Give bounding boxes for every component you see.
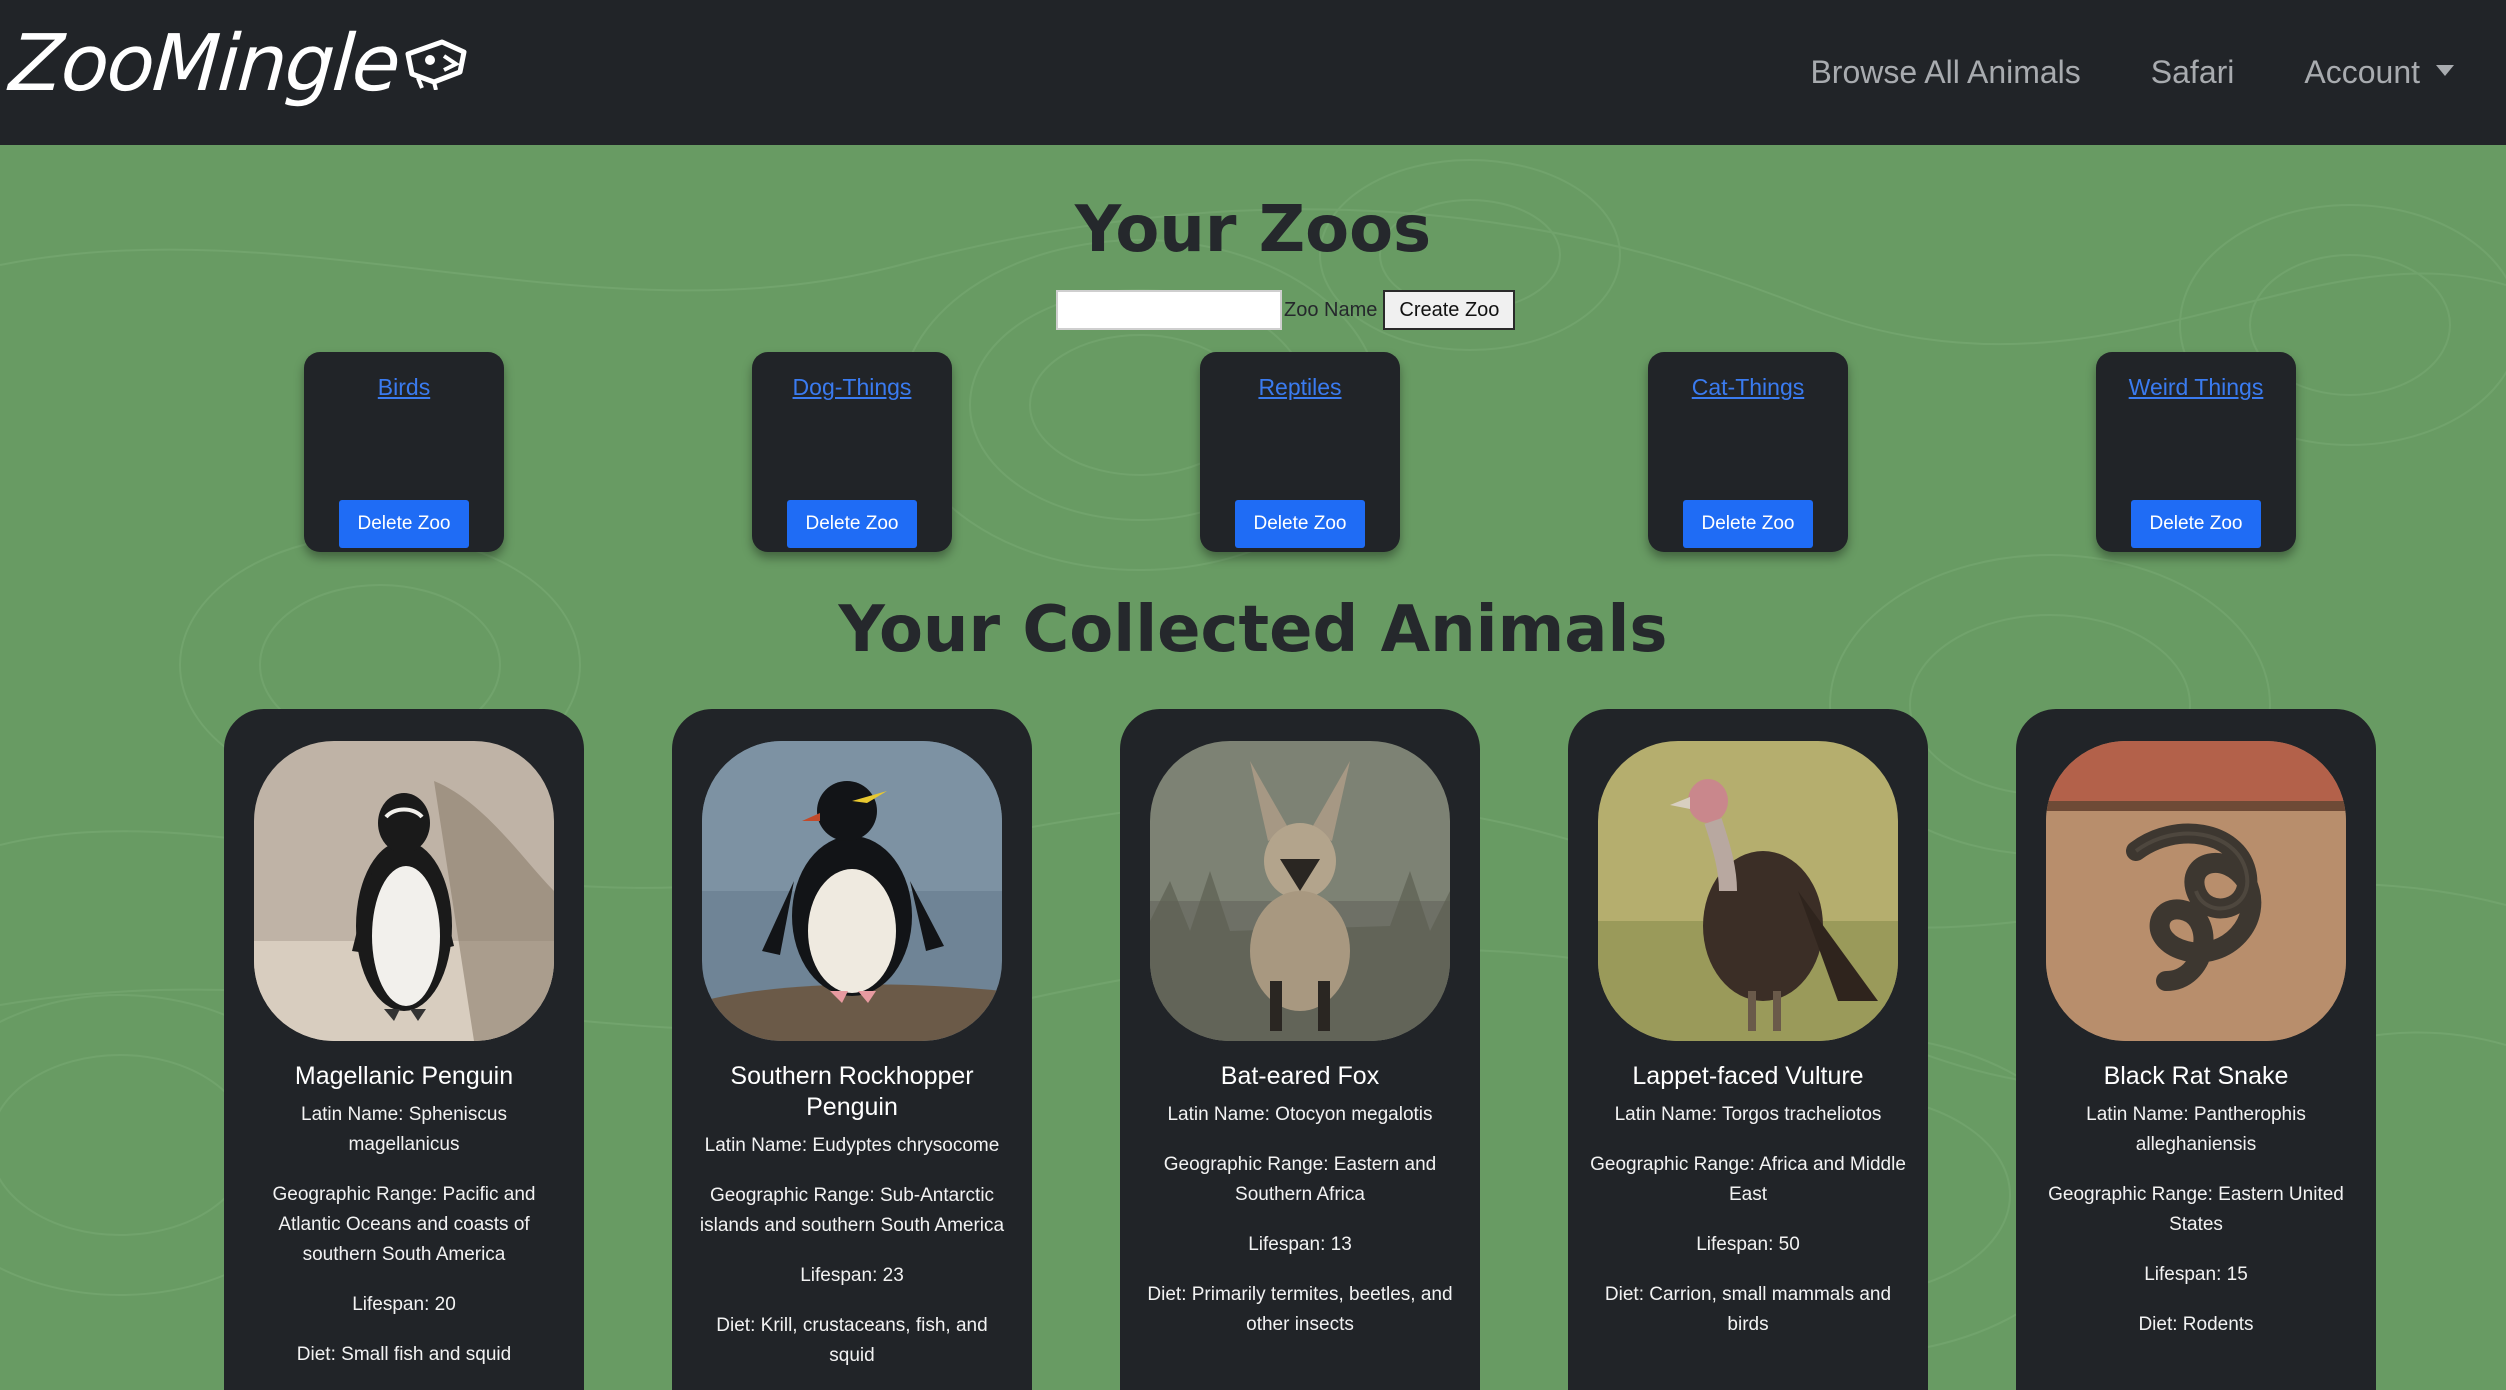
animal-latin-name: Latin Name: Torgos tracheliotos (1614, 1104, 1882, 1125)
animal-latin-name: Latin Name: Otocyon megalotis (1167, 1104, 1433, 1125)
zoo-card: Cat-Things Delete Zoo (1648, 352, 1848, 552)
animal-lifespan: Lifespan: 15 (2144, 1264, 2248, 1285)
zoo-name-input[interactable] (1056, 290, 1282, 330)
create-zoo-button[interactable]: Create Zoo (1383, 290, 1516, 330)
animal-info: Southern Rockhopper Penguin Latin Name: … (692, 1061, 1012, 1390)
main-content: Your Zoos Zoo Name Create Zoo Birds Dele… (0, 145, 2506, 1390)
zoo-link-weird-things[interactable]: Weird Things (2096, 374, 2296, 401)
zoo-link-cat-things[interactable]: Cat-Things (1648, 374, 1848, 401)
zoo-link-reptiles[interactable]: Reptiles (1200, 374, 1400, 401)
animal-lifespan: Lifespan: 13 (1248, 1234, 1352, 1255)
animal-geographic-range: Geographic Range: Africa and Middle East (1590, 1154, 1906, 1205)
delete-zoo-button[interactable]: Delete Zoo (1683, 500, 1813, 548)
animal-card[interactable]: Bat-eared Fox Latin Name: Otocyon megalo… (1120, 709, 1480, 1390)
delete-zoo-button[interactable]: Delete Zoo (2131, 500, 2261, 548)
zoo-card: Birds Delete Zoo (304, 352, 504, 552)
animal-card[interactable]: Black Rat Snake Latin Name: Pantherophis… (2016, 709, 2376, 1390)
animal-card[interactable]: Lappet-faced Vulture Latin Name: Torgos … (1568, 709, 1928, 1390)
animal-name: Bat-eared Fox (1220, 1062, 1380, 1090)
animal-diet: Diet: Carrion, small mammals and birds (1604, 1284, 1892, 1335)
animal-card[interactable]: Magellanic Penguin Latin Name: Spheniscu… (224, 709, 584, 1390)
animal-photo-southern-rockhopper-penguin (702, 741, 1002, 1041)
nav-account-dropdown[interactable]: Account (2304, 54, 2454, 91)
animal-geographic-range: Geographic Range: Eastern United States (2048, 1184, 2344, 1235)
animal-photo-bat-eared-fox (1150, 741, 1450, 1041)
animal-photo-magellanic-penguin (254, 741, 554, 1041)
animal-info: Lappet-faced Vulture Latin Name: Torgos … (1588, 1061, 1908, 1360)
animal-photo-lappet-faced-vulture (1598, 741, 1898, 1041)
zoo-name-label: Zoo Name (1284, 298, 1378, 321)
animal-geographic-range: Geographic Range: Eastern and Southern A… (1163, 1154, 1437, 1205)
nav-safari[interactable]: Safari (2151, 54, 2235, 91)
animal-name: Black Rat Snake (2103, 1062, 2289, 1090)
navbar: ZooMingle Browse All Animals Safari Acco… (0, 0, 2506, 145)
zoo-card: Weird Things Delete Zoo (2096, 352, 2296, 552)
delete-zoo-button[interactable]: Delete Zoo (787, 500, 917, 548)
zoos-heading: Your Zoos (1074, 193, 1432, 267)
nav-account-label: Account (2304, 54, 2420, 90)
nav-links: Browse All Animals Safari Account (1740, 0, 2454, 145)
animal-lifespan: Lifespan: 50 (1696, 1234, 1800, 1255)
zoo-link-birds[interactable]: Birds (304, 374, 504, 401)
animal-info: Bat-eared Fox Latin Name: Otocyon megalo… (1140, 1061, 1460, 1360)
animal-latin-name: Latin Name: Eudyptes chrysocome (704, 1135, 1000, 1156)
create-zoo-form: Zoo Name Create Zoo (1056, 289, 1516, 331)
animal-name: Southern Rockhopper Penguin (730, 1062, 974, 1121)
zoo-card: Dog-Things Delete Zoo (752, 352, 952, 552)
animal-diet: Diet: Primarily termites, beetles, and o… (1147, 1284, 1453, 1335)
animal-name: Magellanic Penguin (294, 1062, 514, 1090)
nav-browse-all-animals[interactable]: Browse All Animals (1810, 54, 2080, 91)
collected-animals-heading: Your Collected Animals (838, 593, 1668, 667)
chevron-down-icon (2436, 65, 2454, 77)
logo[interactable]: ZooMingle (6, 14, 468, 114)
animal-info: Magellanic Penguin Latin Name: Spheniscu… (244, 1061, 564, 1390)
animal-diet: Diet: Small fish and squid (296, 1344, 512, 1365)
animal-latin-name: Latin Name: Spheniscus magellanicus (301, 1104, 507, 1155)
animal-latin-name: Latin Name: Pantherophis alleghaniensis (2086, 1104, 2306, 1155)
animal-logo-icon (404, 34, 468, 95)
animal-card[interactable]: Southern Rockhopper Penguin Latin Name: … (672, 709, 1032, 1390)
animal-photo-black-rat-snake (2046, 741, 2346, 1041)
zoo-link-dog-things[interactable]: Dog-Things (752, 374, 952, 401)
animal-diet: Diet: Krill, crustaceans, fish, and squi… (716, 1315, 988, 1366)
logo-text: ZooMingle (6, 19, 402, 109)
animal-geographic-range: Geographic Range: Pacific and Atlantic O… (272, 1184, 536, 1265)
animal-info: Black Rat Snake Latin Name: Pantherophis… (2036, 1061, 2356, 1360)
animal-geographic-range: Geographic Range: Sub-Antarctic islands … (699, 1185, 1005, 1236)
animal-diet: Diet: Rodents (2138, 1314, 2254, 1335)
delete-zoo-button[interactable]: Delete Zoo (1235, 500, 1365, 548)
zoo-card: Reptiles Delete Zoo (1200, 352, 1400, 552)
animal-name: Lappet-faced Vulture (1632, 1062, 1864, 1090)
animal-lifespan: Lifespan: 23 (800, 1265, 904, 1286)
delete-zoo-button[interactable]: Delete Zoo (339, 500, 469, 548)
animal-lifespan: Lifespan: 20 (352, 1294, 456, 1315)
